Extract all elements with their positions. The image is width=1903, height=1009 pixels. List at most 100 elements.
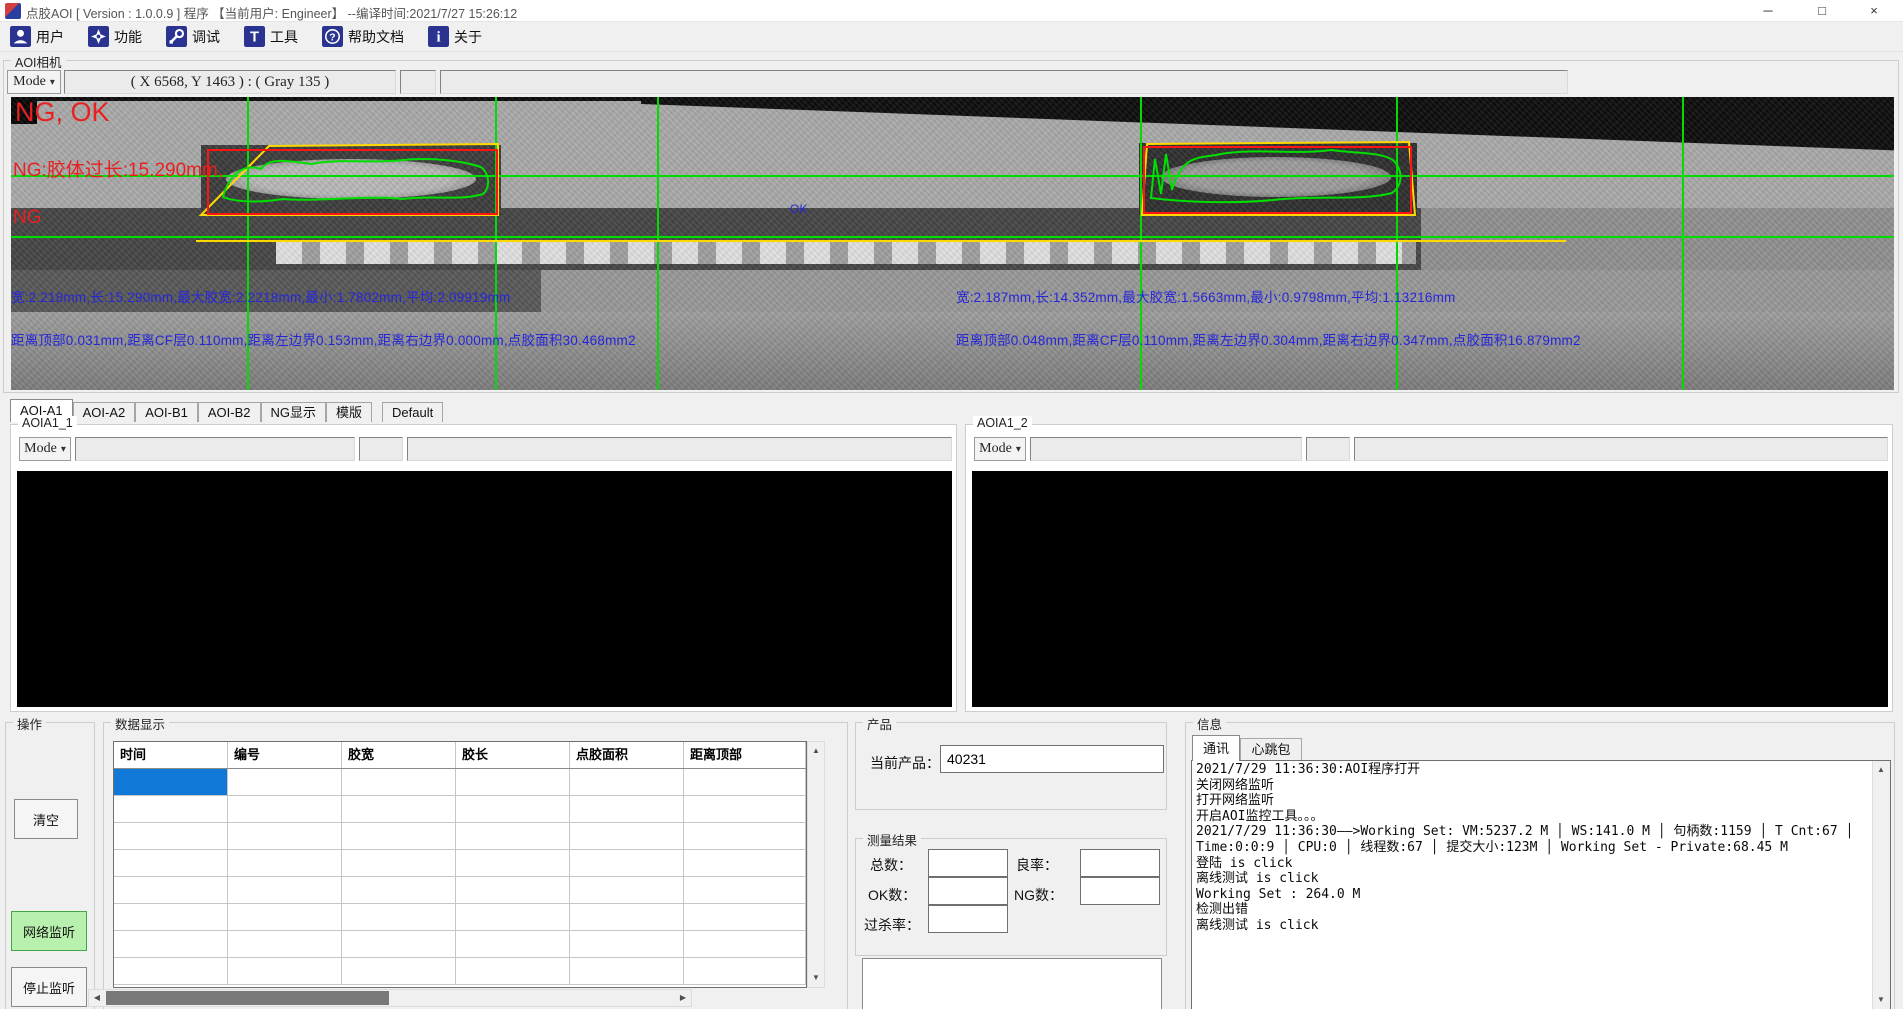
table-cell[interactable] bbox=[456, 877, 570, 904]
table-cell[interactable] bbox=[684, 796, 806, 823]
tab-template[interactable]: 模版 bbox=[326, 402, 372, 422]
camera-field-small[interactable] bbox=[400, 70, 436, 94]
table-cell[interactable] bbox=[228, 904, 342, 931]
table-cell[interactable] bbox=[228, 958, 342, 985]
table-cell[interactable] bbox=[570, 823, 684, 850]
ok-count-field[interactable] bbox=[928, 877, 1008, 905]
subpanel2-field-1[interactable] bbox=[1030, 437, 1302, 461]
camera-field-long[interactable] bbox=[440, 70, 1568, 94]
table-cell[interactable] bbox=[456, 796, 570, 823]
maximize-icon[interactable]: □ bbox=[1799, 0, 1845, 22]
table-cell[interactable] bbox=[342, 823, 456, 850]
table-cell[interactable] bbox=[114, 958, 228, 985]
table-cell[interactable] bbox=[342, 931, 456, 958]
scroll-up-icon[interactable]: ▲ bbox=[808, 743, 824, 759]
minimize-icon[interactable]: ─ bbox=[1745, 0, 1791, 22]
table-cell[interactable] bbox=[684, 877, 806, 904]
table-cell[interactable] bbox=[228, 796, 342, 823]
subpanel1-field-2[interactable] bbox=[359, 437, 403, 461]
clear-button[interactable]: 清空 bbox=[14, 799, 78, 839]
subpanel1-mode-select[interactable]: Mode ▾ bbox=[19, 437, 71, 461]
table-cell[interactable] bbox=[684, 904, 806, 931]
scroll-up-icon[interactable]: ▲ bbox=[1873, 762, 1889, 778]
tab-comm[interactable]: 通讯 bbox=[1192, 735, 1240, 761]
scrollbar-thumb[interactable] bbox=[106, 991, 389, 1005]
total-field[interactable] bbox=[928, 849, 1008, 877]
subpanel2-field-2[interactable] bbox=[1306, 437, 1350, 461]
table-cell[interactable] bbox=[570, 877, 684, 904]
log-vertical-scrollbar[interactable]: ▲ ▼ bbox=[1872, 761, 1890, 1009]
table-cell[interactable] bbox=[114, 904, 228, 931]
scroll-down-icon[interactable]: ▼ bbox=[808, 970, 824, 986]
table-cell[interactable] bbox=[570, 796, 684, 823]
col-glue-area[interactable]: 点胶面积 bbox=[570, 742, 684, 768]
subpanel1-image-canvas[interactable] bbox=[17, 471, 952, 707]
menu-user[interactable]: 用户 bbox=[6, 24, 68, 49]
scroll-left-icon[interactable]: ◀ bbox=[89, 990, 105, 1006]
menu-tools[interactable]: T 工具 bbox=[240, 24, 302, 49]
stop-listen-button[interactable]: 停止监听 bbox=[11, 967, 87, 1007]
table-cell[interactable] bbox=[684, 769, 806, 796]
table-cell[interactable] bbox=[456, 958, 570, 985]
col-glue-length[interactable]: 胶长 bbox=[456, 742, 570, 768]
close-icon[interactable]: × bbox=[1851, 0, 1897, 22]
coordinate-readout[interactable]: ( X 6568, Y 1463 ) : ( Gray 135 ) bbox=[64, 70, 396, 94]
table-cell[interactable] bbox=[342, 877, 456, 904]
table-cell[interactable] bbox=[228, 931, 342, 958]
table-cell[interactable] bbox=[456, 823, 570, 850]
table-cell[interactable] bbox=[456, 769, 570, 796]
table-horizontal-scrollbar[interactable]: ◀ ▶ bbox=[88, 989, 692, 1007]
table-cell[interactable] bbox=[228, 850, 342, 877]
overkill-field[interactable] bbox=[928, 905, 1008, 933]
menu-function[interactable]: 功能 bbox=[84, 24, 146, 49]
camera-mode-select[interactable]: Mode ▾ bbox=[7, 70, 61, 94]
table-cell[interactable] bbox=[684, 823, 806, 850]
col-glue-width[interactable]: 胶宽 bbox=[342, 742, 456, 768]
tab-aoi-b2[interactable]: AOI-B2 bbox=[198, 402, 261, 422]
subpanel2-image-canvas[interactable] bbox=[972, 471, 1888, 707]
tab-default[interactable]: Default bbox=[382, 402, 443, 422]
subpanel1-field-3[interactable] bbox=[407, 437, 952, 461]
table-cell[interactable] bbox=[228, 769, 342, 796]
table-cell[interactable] bbox=[570, 904, 684, 931]
scroll-right-icon[interactable]: ▶ bbox=[675, 990, 691, 1006]
table-cell[interactable] bbox=[570, 769, 684, 796]
table-cell[interactable] bbox=[570, 958, 684, 985]
table-cell[interactable] bbox=[684, 850, 806, 877]
current-product-input[interactable] bbox=[940, 745, 1164, 773]
menu-debug[interactable]: 调试 bbox=[162, 24, 224, 49]
table-cell[interactable] bbox=[114, 850, 228, 877]
log-output[interactable]: 2021/7/29 11:36:30:AOI程序打开 关闭网络监听 打开网络监听… bbox=[1191, 760, 1891, 1009]
subpanel1-field-1[interactable] bbox=[75, 437, 355, 461]
table-cell[interactable] bbox=[342, 769, 456, 796]
tab-aoi-a2[interactable]: AOI-A2 bbox=[73, 402, 136, 422]
scroll-down-icon[interactable]: ▼ bbox=[1873, 992, 1889, 1008]
subpanel2-mode-select[interactable]: Mode ▾ bbox=[974, 437, 1026, 461]
menu-about[interactable]: i 关于 bbox=[424, 24, 486, 49]
tab-ng-display[interactable]: NG显示 bbox=[261, 402, 327, 422]
table-cell[interactable] bbox=[684, 931, 806, 958]
table-cell[interactable] bbox=[228, 877, 342, 904]
table-cell[interactable] bbox=[570, 850, 684, 877]
table-cell[interactable] bbox=[342, 796, 456, 823]
table-cell[interactable] bbox=[684, 958, 806, 985]
network-listen-button[interactable]: 网络监听 bbox=[11, 911, 87, 951]
table-cell[interactable] bbox=[456, 904, 570, 931]
table-vertical-scrollbar[interactable]: ▲ ▼ bbox=[807, 741, 825, 988]
table-cell[interactable] bbox=[456, 850, 570, 877]
menu-help[interactable]: ? 帮助文档 bbox=[318, 24, 408, 49]
col-time[interactable]: 时间 bbox=[114, 742, 228, 768]
table-cell[interactable] bbox=[342, 850, 456, 877]
ng-count-field[interactable] bbox=[1080, 877, 1160, 905]
table-cell[interactable] bbox=[114, 796, 228, 823]
table-cell[interactable] bbox=[342, 958, 456, 985]
table-cell-selected[interactable] bbox=[114, 769, 228, 796]
table-cell[interactable] bbox=[228, 823, 342, 850]
camera-image[interactable]: NG, OK NG:胶体过长:15.290mm, NG OK 宽:2.218mm… bbox=[11, 97, 1894, 390]
table-cell[interactable] bbox=[114, 823, 228, 850]
yield-field[interactable] bbox=[1080, 849, 1160, 877]
tab-aoi-b1[interactable]: AOI-B1 bbox=[135, 402, 198, 422]
subpanel2-field-3[interactable] bbox=[1354, 437, 1888, 461]
table-cell[interactable] bbox=[114, 877, 228, 904]
col-top-distance[interactable]: 距离顶部 bbox=[684, 742, 806, 768]
